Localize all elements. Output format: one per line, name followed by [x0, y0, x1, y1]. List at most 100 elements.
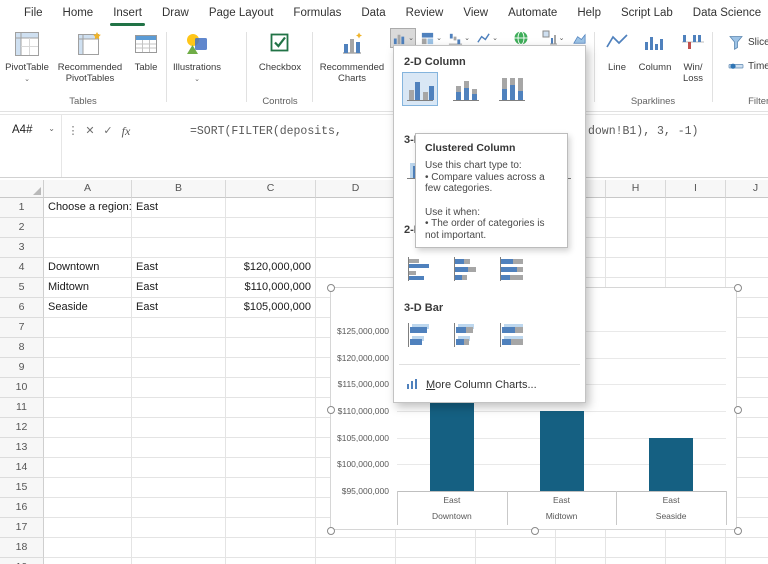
cancel-button[interactable]: ✕: [83, 124, 97, 137]
cell-E18[interactable]: [396, 538, 476, 558]
menu-tab-review[interactable]: Review: [396, 0, 454, 26]
cell-A9[interactable]: [44, 358, 132, 378]
100-stacked-bar-icon[interactable]: [494, 252, 530, 286]
row-header-12[interactable]: 12: [0, 418, 44, 438]
cell-J18[interactable]: [726, 538, 768, 558]
cell-I19[interactable]: [666, 558, 726, 564]
cell-C3[interactable]: [226, 238, 316, 258]
cell-I2[interactable]: [666, 218, 726, 238]
clustered-column-icon[interactable]: [402, 72, 438, 106]
cell-D2[interactable]: [316, 218, 396, 238]
formula-text-right[interactable]: down!B1), 3, -1): [588, 125, 698, 138]
cell-A8[interactable]: [44, 338, 132, 358]
illustrations-button[interactable]: Illustrations ⌄: [170, 28, 224, 108]
chevron-down-icon[interactable]: ⌄: [48, 124, 55, 133]
cell-D1[interactable]: [316, 198, 396, 218]
menu-tab-file[interactable]: File: [14, 0, 53, 26]
cell-I4[interactable]: [666, 258, 726, 278]
menu-tab-home[interactable]: Home: [53, 0, 104, 26]
insert-function-button[interactable]: fx: [119, 124, 133, 139]
menu-tab-view[interactable]: View: [453, 0, 498, 26]
cell-H3[interactable]: [606, 238, 666, 258]
chart-selection-handle[interactable]: [734, 284, 742, 292]
row-header-6[interactable]: 6: [0, 298, 44, 318]
name-box[interactable]: A4# ⌄: [0, 115, 62, 177]
row-header-9[interactable]: 9: [0, 358, 44, 378]
cell-F19[interactable]: [476, 558, 556, 564]
cell-D3[interactable]: [316, 238, 396, 258]
column-header-A[interactable]: A: [44, 180, 132, 198]
menu-tab-help[interactable]: Help: [567, 0, 611, 26]
cell-B4[interactable]: East: [132, 258, 226, 278]
formula-text-left[interactable]: =SORT(FILTER(deposits,: [190, 125, 349, 138]
cell-C16[interactable]: [226, 498, 316, 518]
row-header-15[interactable]: 15: [0, 478, 44, 498]
cell-A3[interactable]: [44, 238, 132, 258]
cell-C13[interactable]: [226, 438, 316, 458]
cell-C11[interactable]: [226, 398, 316, 418]
menu-tab-data-science[interactable]: Data Science: [683, 0, 768, 26]
cell-A1[interactable]: Choose a region:: [44, 198, 132, 218]
menu-tab-script-lab[interactable]: Script Lab: [611, 0, 683, 26]
row-header-3[interactable]: 3: [0, 238, 44, 258]
column-header-J[interactable]: J: [726, 180, 768, 198]
column-header-I[interactable]: I: [666, 180, 726, 198]
column-header-D[interactable]: D: [316, 180, 396, 198]
cell-C4[interactable]: $120,000,000: [226, 258, 316, 278]
row-header-4[interactable]: 4: [0, 258, 44, 278]
chart-selection-handle[interactable]: [327, 527, 335, 535]
cell-G19[interactable]: [556, 558, 606, 564]
row-header-17[interactable]: 17: [0, 518, 44, 538]
cell-A13[interactable]: [44, 438, 132, 458]
row-header-11[interactable]: 11: [0, 398, 44, 418]
cell-B9[interactable]: [132, 358, 226, 378]
100-stacked-column-icon[interactable]: [494, 72, 530, 106]
column-header-C[interactable]: C: [226, 180, 316, 198]
formula-bar-handle-icon[interactable]: ⋮: [66, 124, 80, 137]
cell-B11[interactable]: [132, 398, 226, 418]
cell-B16[interactable]: [132, 498, 226, 518]
cell-C10[interactable]: [226, 378, 316, 398]
cell-J4[interactable]: [726, 258, 768, 278]
cell-I18[interactable]: [666, 538, 726, 558]
row-header-16[interactable]: 16: [0, 498, 44, 518]
cell-A19[interactable]: [44, 558, 132, 564]
cell-D18[interactable]: [316, 538, 396, 558]
column-header-H[interactable]: H: [606, 180, 666, 198]
cell-B19[interactable]: [132, 558, 226, 564]
cell-A16[interactable]: [44, 498, 132, 518]
row-header-5[interactable]: 5: [0, 278, 44, 298]
3d-100-stacked-bar-icon[interactable]: [494, 318, 530, 352]
cell-C15[interactable]: [226, 478, 316, 498]
cell-D4[interactable]: [316, 258, 396, 278]
cell-B7[interactable]: [132, 318, 226, 338]
cell-J1[interactable]: [726, 198, 768, 218]
cell-C1[interactable]: [226, 198, 316, 218]
menu-tab-formulas[interactable]: Formulas: [283, 0, 351, 26]
cell-B15[interactable]: [132, 478, 226, 498]
cell-A5[interactable]: Midtown: [44, 278, 132, 298]
chart-selection-handle[interactable]: [734, 406, 742, 414]
cell-G18[interactable]: [556, 538, 606, 558]
cell-A2[interactable]: [44, 218, 132, 238]
cell-B17[interactable]: [132, 518, 226, 538]
cell-J2[interactable]: [726, 218, 768, 238]
cell-C6[interactable]: $105,000,000: [226, 298, 316, 318]
stacked-bar-icon[interactable]: [448, 252, 484, 286]
row-header-14[interactable]: 14: [0, 458, 44, 478]
menu-tab-insert[interactable]: Insert: [103, 0, 152, 26]
enter-button[interactable]: ✓: [101, 124, 115, 137]
chart-bar-seaside[interactable]: [649, 438, 693, 491]
row-header-10[interactable]: 10: [0, 378, 44, 398]
recommended-charts-button[interactable]: Recommended Charts: [316, 28, 388, 108]
cell-B18[interactable]: [132, 538, 226, 558]
cell-B5[interactable]: East: [132, 278, 226, 298]
cell-A14[interactable]: [44, 458, 132, 478]
3d-stacked-bar-icon[interactable]: [448, 318, 484, 352]
chart-selection-handle[interactable]: [531, 527, 539, 535]
cell-A4[interactable]: Downtown: [44, 258, 132, 278]
cell-C19[interactable]: [226, 558, 316, 564]
chart-selection-handle[interactable]: [327, 284, 335, 292]
cell-J19[interactable]: [726, 558, 768, 564]
cell-C18[interactable]: [226, 538, 316, 558]
